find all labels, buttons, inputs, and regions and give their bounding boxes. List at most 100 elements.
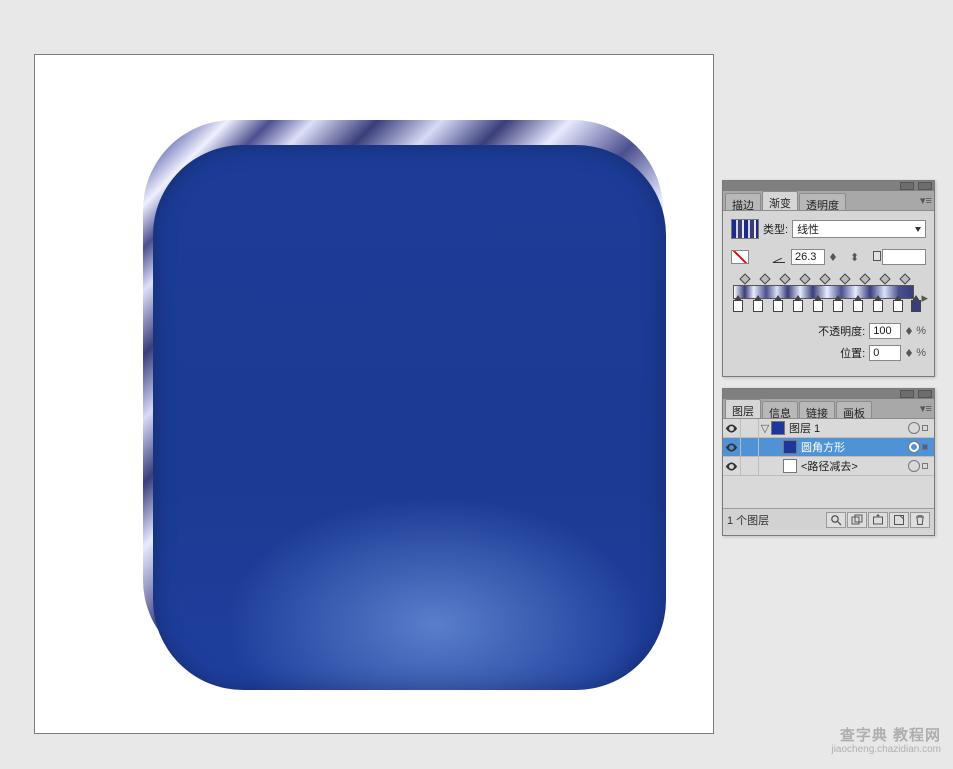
add-stop-icon[interactable]: ▸ [921,290,928,306]
aspect-ratio-slider[interactable] [863,252,878,262]
tab-links[interactable]: 链接 [799,401,835,418]
target-indicator[interactable] [908,441,920,453]
color-stop[interactable] [773,300,783,312]
location-value: 0 [873,347,879,359]
opacity-label: 不透明度: [818,323,865,339]
panel-menu-icon[interactable]: ▾≡ [920,401,930,418]
color-stop[interactable] [833,300,843,312]
lock-column[interactable] [741,419,759,438]
new-layer-button[interactable] [889,512,909,528]
eye-icon [725,424,738,433]
panel-menu-icon[interactable]: ▾≡ [920,193,930,210]
panel-titlebar [723,389,934,399]
angle-icon [773,251,787,263]
visibility-toggle[interactable] [723,438,741,457]
opacity-stop[interactable] [859,273,870,284]
layer-name[interactable]: <路径减去> [801,458,858,474]
collapse-icon[interactable] [900,390,914,398]
type-label: 类型: [763,221,788,237]
layer-name[interactable]: 图层 1 [789,420,820,436]
close-icon[interactable] [918,182,932,190]
gradient-type-select[interactable]: 线性 [792,220,926,238]
lock-column[interactable] [741,457,759,476]
opacity-value: 100 [873,325,891,337]
opacity-stop[interactable] [879,273,890,284]
opacity-stop[interactable] [799,273,810,284]
layers-panel: 图层 信息 链接 画板 ▾≡ ▽ 图层 1 圆角方形 [722,388,935,536]
gradient-ramp[interactable]: ▸ [729,275,928,317]
opacity-stop[interactable] [779,273,790,284]
layers-panel-tabs: 图层 信息 链接 画板 ▾≡ [723,399,934,419]
location-step-down[interactable] [906,353,912,357]
opacity-stop[interactable] [899,273,910,284]
collapse-icon[interactable] [900,182,914,190]
opacity-stop[interactable] [759,273,770,284]
target-indicator[interactable] [908,422,920,434]
angle-step-down[interactable] [830,257,836,261]
angle-input[interactable]: 26.3 [791,249,825,265]
layer-count-label: 1 个图层 [727,512,769,528]
tab-gradient[interactable]: 渐变 [762,191,798,210]
color-stop[interactable] [793,300,803,312]
layer-thumbnail [783,440,797,454]
reverse-gradient-button[interactable] [731,250,749,264]
layer-row[interactable]: 圆角方形 [723,438,934,457]
gradient-type-value: 线性 [797,221,819,237]
opacity-stop[interactable] [839,273,850,284]
target-indicator[interactable] [908,460,920,472]
color-stop[interactable] [893,300,903,312]
aspect-ratio-icon: ⬍ [850,251,859,264]
disclosure-triangle[interactable]: ▽ [759,422,771,435]
selection-indicator[interactable] [922,444,928,450]
selection-indicator[interactable] [922,425,928,431]
aspect-ratio-input[interactable] [882,249,926,265]
dropdown-arrow-icon [915,227,921,232]
tab-info[interactable]: 信息 [762,401,798,418]
gradient-panel: 描边 渐变 透明度 ▾≡ 类型: 线性 26.3 [722,180,935,377]
layer-row[interactable]: <路径减去> [723,457,934,476]
layer-row[interactable]: ▽ 图层 1 [723,419,934,438]
layer-thumbnail [771,421,785,435]
watermark-title: 查字典 教程网 [811,729,941,743]
tab-artboards[interactable]: 画板 [836,401,872,418]
artboard [34,54,714,734]
eye-icon [725,443,738,452]
angle-value: 26.3 [795,251,816,263]
delete-layer-button[interactable] [910,512,930,528]
make-clipping-mask-button[interactable] [847,512,867,528]
visibility-toggle[interactable] [723,457,741,476]
color-stop[interactable] [813,300,823,312]
opacity-stop[interactable] [739,273,750,284]
opacity-input[interactable]: 100 [869,323,901,339]
watermark-url: jiaocheng.chazidian.com [811,743,941,757]
percent-sign: % [916,347,926,359]
watermark: 查字典 教程网 jiaocheng.chazidian.com [811,729,941,759]
color-stop[interactable] [911,300,921,312]
new-sublayer-button[interactable] [868,512,888,528]
close-icon[interactable] [918,390,932,398]
layer-thumbnail [783,459,797,473]
location-label: 位置: [840,345,865,361]
gradient-preview-swatch[interactable] [731,219,759,239]
layer-name[interactable]: 圆角方形 [801,439,845,455]
rounded-rect-blue-face [153,145,666,690]
panel-titlebar [723,181,934,191]
tab-stroke[interactable]: 描边 [725,193,761,210]
color-stop[interactable] [853,300,863,312]
visibility-toggle[interactable] [723,419,741,438]
gradient-panel-tabs: 描边 渐变 透明度 ▾≡ [723,191,934,211]
layers-panel-footer: 1 个图层 [723,508,934,530]
layers-empty-area[interactable] [723,476,934,508]
tab-transparency[interactable]: 透明度 [799,193,846,210]
color-stop[interactable] [753,300,763,312]
opacity-step-down[interactable] [906,331,912,335]
opacity-stop[interactable] [819,273,830,284]
locate-object-button[interactable] [826,512,846,528]
lock-column[interactable] [741,438,759,457]
color-stop[interactable] [733,300,743,312]
tab-layers[interactable]: 图层 [725,399,761,418]
selection-indicator[interactable] [922,463,928,469]
eye-icon [725,462,738,471]
location-input[interactable]: 0 [869,345,901,361]
color-stop[interactable] [873,300,883,312]
